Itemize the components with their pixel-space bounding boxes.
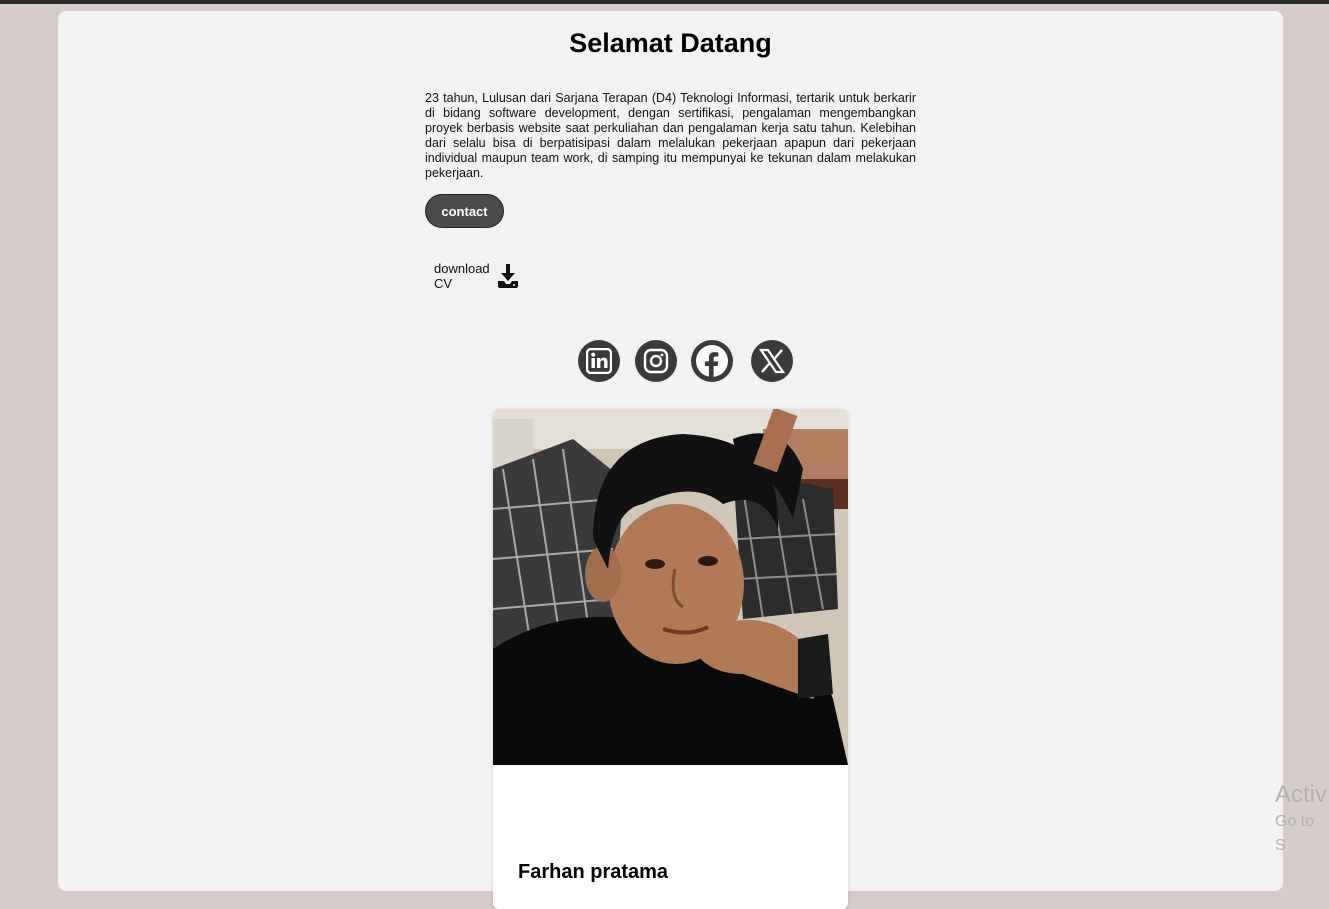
watermark-line1: Activ [1275,781,1328,808]
download-cv-link[interactable]: download CV [434,261,520,291]
download-cv-label: download CV [434,261,492,291]
facebook-icon [696,345,728,378]
profile-description: 23 tahun, Lulusan dari Sarjana Terapan (… [425,91,916,180]
x-button[interactable] [751,340,793,382]
instagram-button[interactable] [635,340,677,382]
page-title: Selamat Datang [569,28,772,58]
facebook-button[interactable] [691,340,733,382]
profile-name: Farhan pratama [518,861,669,883]
window-top-bar [0,0,1329,4]
linkedin-button[interactable] [578,340,620,382]
download-label-line1: download [434,261,490,276]
x-icon [759,348,785,374]
instagram-icon [643,348,669,374]
watermark-line2: Go to S [1275,813,1315,854]
main-panel: Selamat Datang 23 tahun, Lulusan dari Sa… [58,11,1283,909]
download-icon [498,264,518,288]
download-label-line2: CV [434,276,453,291]
profile-card: Farhan pratama [493,409,848,909]
profile-photo [493,409,848,765]
activation-watermark: Activ Go to S [1275,780,1329,858]
linkedin-icon [586,348,612,374]
contact-button[interactable]: contact [425,194,504,228]
social-links [578,340,798,384]
